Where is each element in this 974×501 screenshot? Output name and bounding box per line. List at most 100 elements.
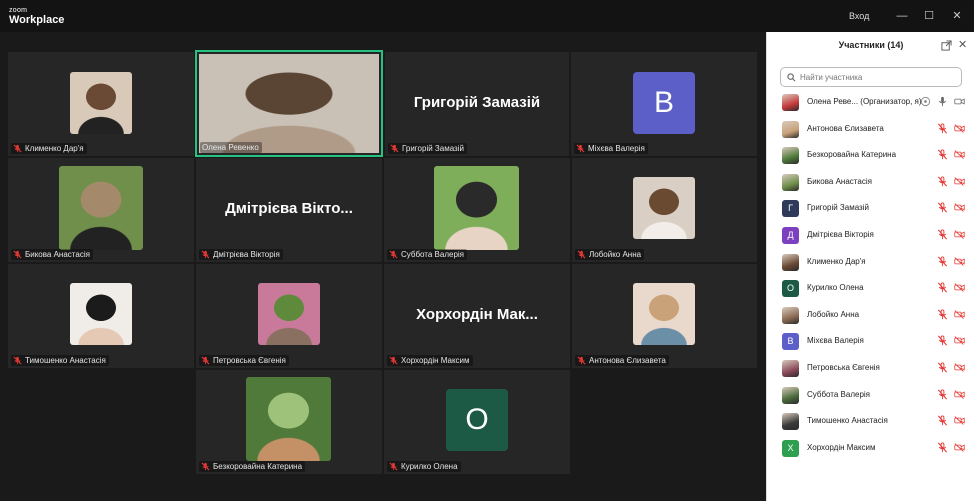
maximize-icon[interactable]: ☐ [921, 8, 937, 24]
video-off-icon[interactable] [954, 282, 965, 293]
mic-muted-icon[interactable] [937, 415, 948, 426]
mic-icon[interactable] [937, 96, 948, 107]
tile-name: Бикова Анастасія [25, 250, 90, 259]
video-off-icon[interactable] [954, 415, 965, 426]
tile-name: Дмітрієва Вікторія [213, 250, 280, 259]
search-input[interactable] [800, 72, 950, 82]
participant-photo [633, 283, 695, 345]
mic-muted-icon [201, 462, 210, 471]
participant-status-icons [937, 176, 965, 187]
mic-muted-icon[interactable] [937, 176, 948, 187]
video-icon[interactable] [954, 96, 965, 107]
participant-row[interactable]: Петровська Євгенія [767, 357, 974, 379]
tile-name: Міхєва Валерія [588, 144, 645, 153]
tile-name-label: Григорій Замазій [388, 143, 467, 154]
mic-muted-icon [201, 356, 210, 365]
tile-name-label: Хорхордін Максим [387, 355, 473, 366]
video-off-icon[interactable] [954, 335, 965, 346]
video-tile[interactable]: Безкоровайна Катерина [196, 370, 382, 474]
tile-name-label: Суббота Валерія [387, 249, 468, 260]
tile-name: Безкоровайна Катерина [213, 462, 303, 471]
video-off-icon[interactable] [954, 442, 965, 453]
participant-avatar [782, 360, 799, 377]
mic-muted-icon[interactable] [937, 149, 948, 160]
mic-muted-icon[interactable] [937, 123, 948, 134]
video-off-icon[interactable] [954, 229, 965, 240]
video-tile-active-speaker[interactable]: Олена Ревенко [195, 50, 383, 157]
logo-line-1: zoom [9, 7, 28, 14]
participant-row[interactable]: Тимошенко Анастасія [767, 410, 974, 432]
close-window-icon[interactable]: ✕ [949, 8, 965, 24]
tile-name-label: Олена Ревенко [200, 142, 262, 153]
mic-muted-icon[interactable] [937, 229, 948, 240]
video-tile[interactable]: Лобойко Анна [572, 158, 757, 262]
participant-row[interactable]: Г Григорій Замазій [767, 197, 974, 219]
participant-row[interactable]: Лобойко Анна [767, 304, 974, 326]
participant-row[interactable]: В Міхєва Валерія [767, 330, 974, 352]
participant-avatar [782, 306, 799, 324]
video-tile[interactable]: Бикова Анастасія [8, 158, 194, 262]
participant-row[interactable]: Д Дмітрієва Вікторія [767, 224, 974, 246]
video-tile[interactable]: B Міхєва Валерія [571, 52, 757, 156]
mic-muted-icon[interactable] [937, 442, 948, 453]
share-status-icon [920, 96, 931, 107]
video-tile[interactable]: Клименко Дар'я [8, 52, 194, 156]
participant-name: Дмітрієва Вікторія [807, 230, 874, 239]
sign-in-button[interactable]: Вход [849, 11, 869, 21]
tile-name: Курилко Олена [401, 462, 458, 471]
video-tile[interactable]: Дмітрієва Вікто... Дмітрієва Вікторія [196, 158, 382, 262]
mic-muted-icon[interactable] [937, 389, 948, 400]
video-off-icon[interactable] [954, 123, 965, 134]
participant-row[interactable]: Олена Реве... (Организатор, я) [767, 91, 974, 113]
popout-icon[interactable] [941, 40, 952, 51]
participant-row[interactable]: Антонова Єлизавета [767, 118, 974, 140]
participant-status-icons [937, 362, 965, 373]
tile-name: Лобойко Анна [589, 250, 642, 259]
mic-muted-icon[interactable] [937, 256, 948, 267]
video-tile[interactable]: Григорій Замазій Григорій Замазій [385, 52, 569, 156]
video-tile[interactable]: O Курилко Олена [384, 370, 570, 474]
participant-row[interactable]: Суббота Валерія [767, 384, 974, 406]
participant-row[interactable]: Безкоровайна Катерина [767, 144, 974, 166]
participant-photo [246, 377, 331, 461]
participant-row[interactable]: Клименко Дар'я [767, 251, 974, 273]
tile-name-label: Антонова Єлизавета [575, 355, 669, 366]
tile-name: Тимошенко Анастасія [25, 356, 106, 365]
video-tile[interactable]: Антонова Єлизавета [572, 264, 757, 368]
mic-muted-icon [390, 144, 399, 153]
video-off-icon[interactable] [954, 389, 965, 400]
mic-muted-icon[interactable] [937, 202, 948, 213]
mic-muted-icon[interactable] [937, 282, 948, 293]
mic-muted-icon [389, 356, 398, 365]
participant-avatar: Х [782, 439, 799, 457]
participant-search[interactable] [780, 67, 962, 87]
video-off-icon[interactable] [954, 176, 965, 187]
video-off-icon[interactable] [954, 202, 965, 213]
video-tile[interactable]: Тимошенко Анастасія [8, 264, 194, 368]
video-tile[interactable]: Хорхордін Мак... Хорхордін Максим [384, 264, 570, 368]
tile-name-label: Тимошенко Анастасія [11, 355, 109, 366]
participant-row[interactable]: О Курилко Олена [767, 277, 974, 299]
tile-name: Клименко Дар'я [25, 144, 84, 153]
participant-row[interactable]: Бикова Анастасія [767, 171, 974, 193]
participant-row[interactable]: Х Хорхордін Максим [767, 437, 974, 459]
video-tile[interactable]: Суббота Валерія [384, 158, 570, 262]
video-off-icon[interactable] [954, 309, 965, 320]
mic-muted-icon[interactable] [937, 335, 948, 346]
mic-muted-icon [13, 356, 22, 365]
video-off-icon[interactable] [954, 256, 965, 267]
tile-name: Григорій Замазій [402, 144, 464, 153]
close-panel-icon[interactable]: ✕ [958, 38, 967, 51]
mic-muted-icon[interactable] [937, 362, 948, 373]
participant-video [199, 54, 379, 153]
participants-panel: Участники (14) ✕ Олена Реве... (Организа… [766, 32, 974, 501]
video-tile[interactable]: Петровська Євгенія [196, 264, 382, 368]
video-off-icon[interactable] [954, 362, 965, 373]
mic-muted-icon [13, 144, 22, 153]
mic-muted-icon[interactable] [937, 309, 948, 320]
video-off-icon[interactable] [954, 149, 965, 160]
minimize-icon[interactable]: — [894, 8, 910, 24]
participant-avatar [782, 413, 799, 431]
participant-status-icons [937, 256, 965, 267]
tile-name-label: Міхєва Валерія [574, 143, 648, 154]
